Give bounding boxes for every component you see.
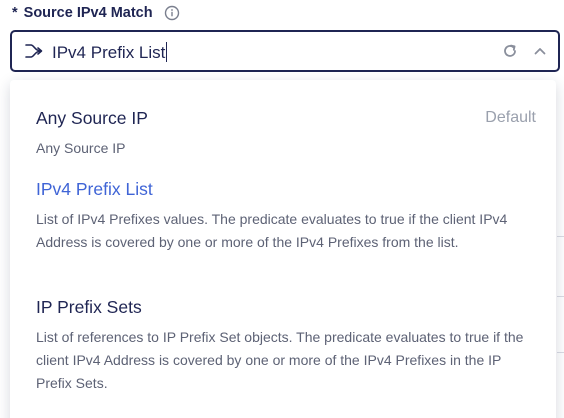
option-any-source-ip[interactable]: Any Source IP Default Any Source IP — [36, 107, 536, 160]
option-ip-prefix-sets[interactable]: IP Prefix Sets List of references to IP … — [36, 296, 536, 395]
default-badge: Default — [485, 109, 536, 126]
background-divider — [557, 236, 564, 237]
branch-merge-icon — [24, 42, 44, 60]
text-caret — [166, 42, 168, 62]
dropdown-menu: Any Source IP Default Any Source IP IPv4… — [10, 80, 556, 418]
field-label-text: Source IPv4 Match — [23, 5, 153, 21]
info-circle-icon[interactable] — [164, 5, 180, 21]
background-divider — [557, 352, 564, 353]
page: * Source IPv4 Match IPv4 Prefix List Any… — [0, 0, 564, 418]
option-description: List of IPv4 Prefixes values. The predic… — [36, 211, 508, 250]
option-ipv4-prefix-list[interactable]: IPv4 Prefix List List of IPv4 Prefixes v… — [36, 178, 536, 254]
source-ipv4-match-select[interactable]: IPv4 Prefix List — [10, 30, 560, 72]
background-divider — [557, 296, 564, 297]
option-title: IP Prefix Sets — [36, 297, 142, 317]
selected-value-text: IPv4 Prefix List — [52, 43, 166, 62]
required-mark: * — [12, 5, 18, 21]
option-title: IPv4 Prefix List — [36, 179, 153, 199]
option-description: Any Source IP — [36, 140, 126, 156]
option-description: List of references to IP Prefix Set obje… — [36, 329, 524, 391]
chevron-up-icon[interactable] — [533, 44, 547, 58]
selected-value[interactable]: IPv4 Prefix List — [52, 42, 168, 63]
refresh-icon[interactable] — [502, 43, 518, 59]
field-label: * Source IPv4 Match — [12, 5, 180, 21]
option-title: Any Source IP — [36, 108, 148, 128]
